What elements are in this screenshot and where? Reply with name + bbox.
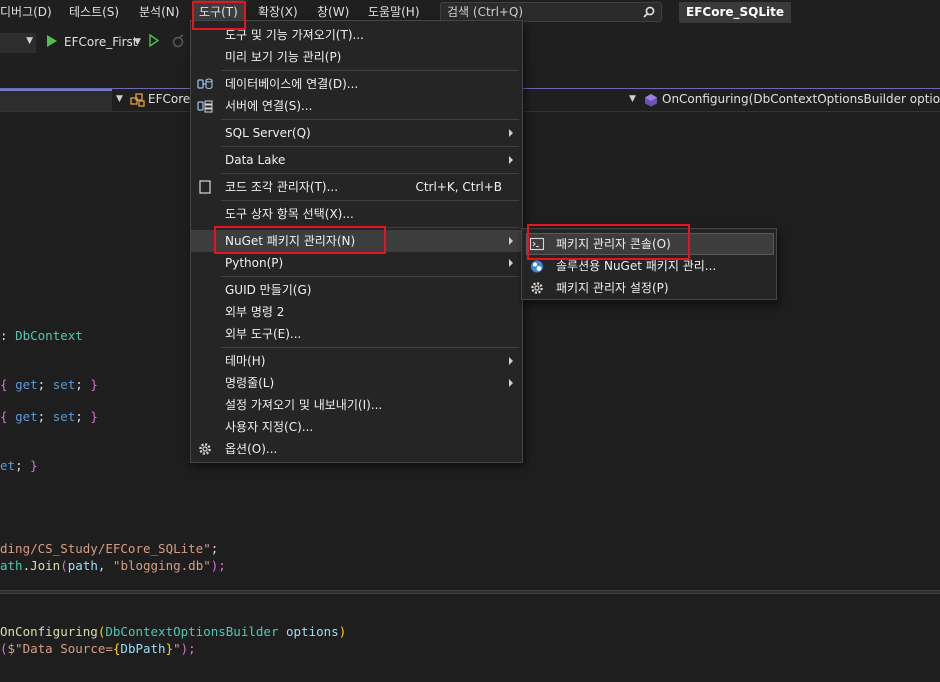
editor-splitter[interactable] [0, 590, 940, 594]
shortcut-label: Ctrl+K, Ctrl+B [415, 180, 502, 194]
nuget-submenu: 패키지 관리자 콘솔(O) 솔루션용 NuGet 패키지 관리... 패키지 관… [521, 228, 777, 300]
chevron-down-icon[interactable]: ▼ [116, 94, 123, 104]
code-line: OnConfiguring(DbContextOptionsBuilder op… [0, 624, 347, 639]
code-line: ding/CS_Study/EFCore_SQLite"; [0, 541, 219, 556]
code-line: { get; set; } [0, 377, 98, 392]
menu-item-snippet-manager[interactable]: 코드 조각 관리자(T)... Ctrl+K, Ctrl+B [191, 176, 522, 198]
database-connect-icon [197, 78, 213, 90]
startup-project-label[interactable]: EFCore_First [64, 35, 138, 49]
submenu-arrow-icon [509, 379, 513, 387]
submenu-arrow-icon [509, 237, 513, 245]
member-selector[interactable]: OnConfiguring(DbContextOptionsBuilder op… [662, 92, 940, 106]
code-line: ($"Data Source={DbPath}"); [0, 641, 196, 656]
menu-item-data-lake[interactable]: Data Lake [191, 149, 522, 171]
menu-separator [221, 173, 519, 174]
class-icon [130, 93, 145, 107]
code-line: et; } [0, 458, 38, 473]
project-dropdown[interactable] [0, 89, 112, 111]
submenu-item-package-manager-console[interactable]: 패키지 관리자 콘솔(O) [526, 233, 774, 255]
menu-debug[interactable]: 디버그(D) [0, 0, 52, 24]
menu-item-get-tools[interactable]: 도구 및 기능 가져오기(T)... [191, 24, 522, 46]
submenu-arrow-icon [509, 156, 513, 164]
configuration-dropdown[interactable]: ▼ [0, 33, 36, 53]
menu-item-preview-features[interactable]: 미리 보기 기능 관리(P) [191, 46, 522, 68]
chevron-down-icon: ▼ [26, 36, 33, 46]
run-without-debugging-icon[interactable] [149, 34, 159, 47]
menu-item-external-tools[interactable]: 외부 도구(E)... [191, 323, 522, 345]
server-connect-icon [197, 100, 213, 113]
menu-item-nuget-package-manager[interactable]: NuGet 패키지 관리자(N) [191, 230, 522, 252]
menu-separator [221, 200, 519, 201]
search-icon [643, 6, 655, 18]
code-line: : DbContext [0, 328, 83, 343]
hot-reload-icon[interactable] [171, 34, 185, 48]
console-icon [529, 237, 545, 251]
menu-analyze[interactable]: 분석(N) [139, 0, 179, 24]
menu-item-theme[interactable]: 테마(H) [191, 350, 522, 372]
gear-icon [199, 443, 211, 455]
tools-menu: 도구 및 기능 가져오기(T)... 미리 보기 기능 관리(P) 데이터베이스… [190, 20, 523, 463]
submenu-item-manage-nuget-for-solution[interactable]: 솔루션용 NuGet 패키지 관리... [522, 255, 776, 277]
menu-item-customize[interactable]: 사용자 지정(C)... [191, 416, 522, 438]
nuget-icon [531, 260, 543, 273]
menu-separator [221, 119, 519, 120]
submenu-arrow-icon [509, 129, 513, 137]
snippet-icon [199, 180, 211, 194]
menu-item-connect-server[interactable]: 서버에 연결(S)... [191, 95, 522, 117]
menu-item-external-command-2[interactable]: 외부 명령 2 [191, 301, 522, 323]
menu-test[interactable]: 테스트(S) [69, 0, 119, 24]
menu-item-choose-toolbox-items[interactable]: 도구 상자 항목 선택(X)... [191, 203, 522, 225]
chevron-down-icon[interactable]: ▼ [629, 94, 636, 104]
menu-separator [221, 276, 519, 277]
menu-separator [221, 227, 519, 228]
menu-separator [221, 347, 519, 348]
chevron-down-icon[interactable]: ▼ [134, 37, 141, 47]
submenu-item-package-manager-settings[interactable]: 패키지 관리자 설정(P) [522, 277, 776, 299]
menu-item-python[interactable]: Python(P) [191, 252, 522, 274]
submenu-arrow-icon [509, 259, 513, 267]
submenu-arrow-icon [509, 357, 513, 365]
menu-item-import-export-settings[interactable]: 설정 가져오기 및 내보내기(I)... [191, 394, 522, 416]
menu-item-options[interactable]: 옵션(O)... [191, 438, 522, 460]
menu-item-sql-server[interactable]: SQL Server(Q) [191, 122, 522, 144]
menu-item-command-line[interactable]: 명령줄(L) [191, 372, 522, 394]
code-line: ath.Join(path, "blogging.db"); [0, 558, 226, 573]
gear-icon [531, 282, 543, 294]
search-placeholder: 검색 (Ctrl+Q) [447, 5, 524, 19]
search-input[interactable]: 검색 (Ctrl+Q) [440, 2, 662, 22]
menu-separator [221, 70, 519, 71]
code-line: { get; set; } [0, 409, 98, 424]
method-icon [645, 94, 657, 107]
menu-item-connect-database[interactable]: 데이터베이스에 연결(D)... [191, 73, 522, 95]
solution-name-badge[interactable]: EFCore_SQLite [679, 2, 791, 23]
play-icon[interactable] [47, 35, 57, 47]
menu-item-create-guid[interactable]: GUID 만들기(G) [191, 279, 522, 301]
menu-separator [221, 146, 519, 147]
